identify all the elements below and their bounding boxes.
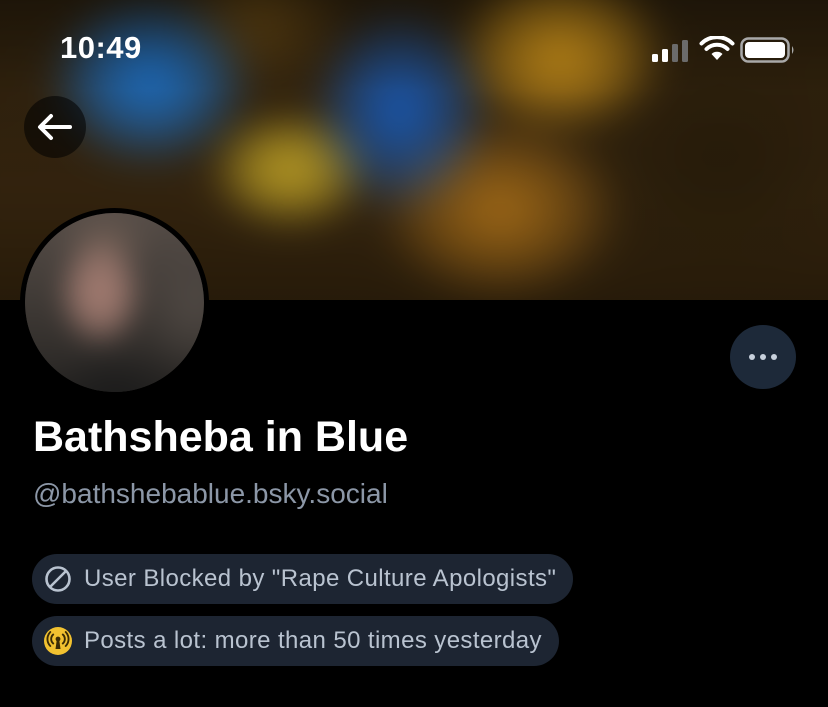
block-icon bbox=[44, 565, 72, 593]
avatar-image bbox=[25, 213, 204, 392]
battery-icon bbox=[740, 37, 794, 63]
moderation-label-blocked[interactable]: User Blocked by "Rape Culture Apologists… bbox=[32, 554, 574, 604]
back-button[interactable] bbox=[24, 96, 86, 158]
moderation-label-posts-a-lot[interactable]: Posts a lot: more than 50 times yesterda… bbox=[32, 616, 559, 666]
moderation-label-text: Posts a lot: more than 50 times yesterda… bbox=[84, 627, 542, 654]
avatar[interactable] bbox=[20, 208, 209, 397]
status-bar: 10:49 bbox=[0, 0, 828, 100]
display-name: Bathsheba in Blue bbox=[33, 413, 409, 461]
more-options-button[interactable] bbox=[730, 325, 796, 389]
broadcast-icon bbox=[44, 627, 72, 655]
user-handle: @bathshebablue.bsky.social bbox=[33, 478, 388, 509]
ellipsis-icon bbox=[749, 354, 777, 360]
moderation-label-text: User Blocked by "Rape Culture Apologists… bbox=[84, 565, 557, 592]
status-time: 10:49 bbox=[60, 30, 142, 65]
arrow-left-icon bbox=[38, 114, 72, 140]
wifi-icon bbox=[699, 36, 735, 60]
cellular-signal-icon bbox=[652, 40, 688, 62]
